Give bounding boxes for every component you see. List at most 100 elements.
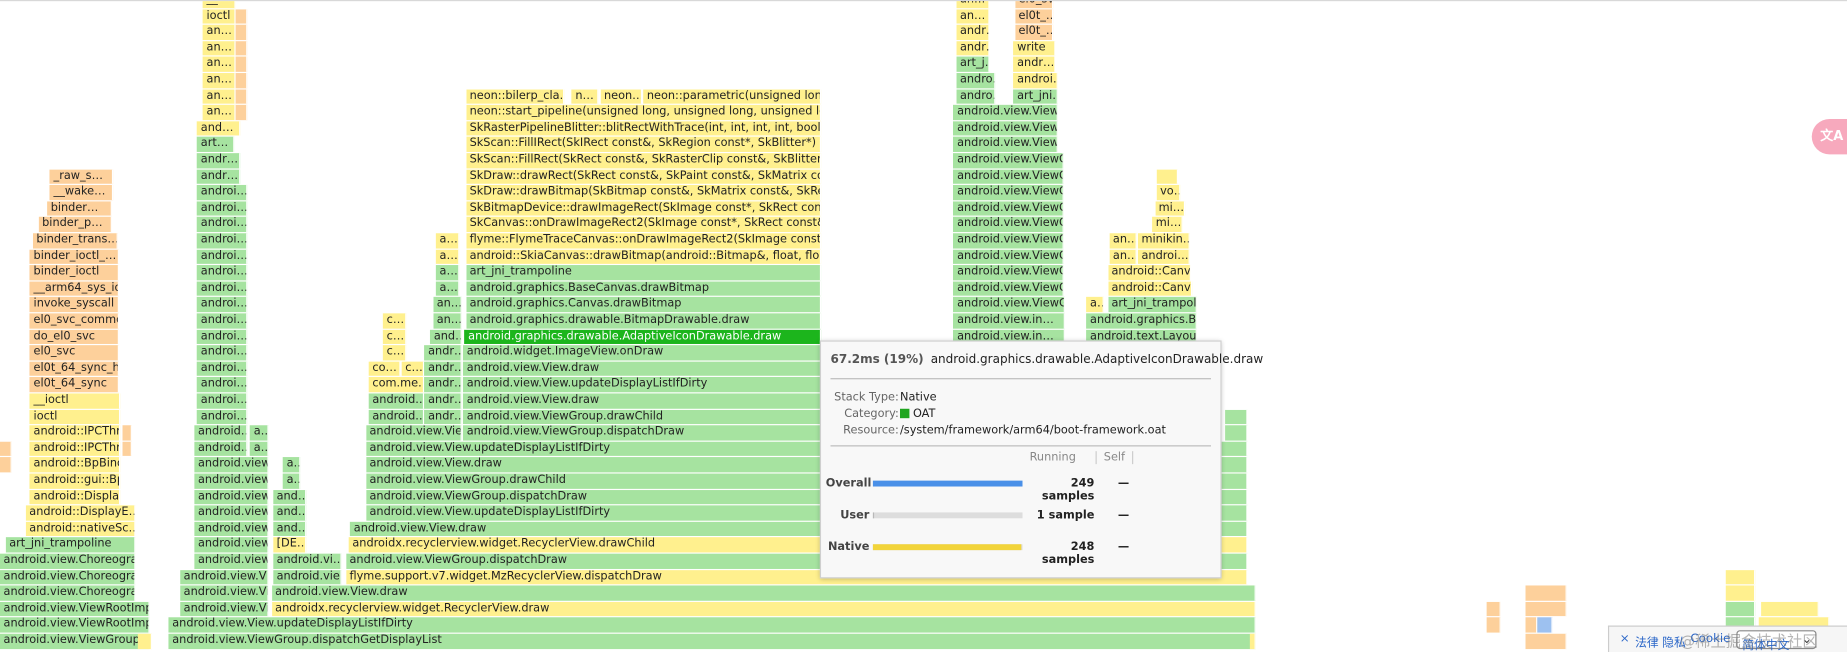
flame-frame[interactable]: [235, 24, 248, 40]
flame-frame[interactable]: android.graphics.Canvas.drawBitmap: [466, 297, 821, 313]
flame-frame[interactable]: andr…: [424, 361, 462, 377]
flame-frame[interactable]: SkBitmapDevice::drawImageRect(SkImage co…: [466, 201, 821, 217]
flame-frame[interactable]: an…: [433, 297, 462, 313]
flame-frame[interactable]: android.view.V…: [180, 569, 269, 585]
flame-frame[interactable]: [1249, 633, 1256, 649]
flame-frame[interactable]: android.view.ViewG…: [953, 169, 1064, 184]
flame-frame[interactable]: android::Canv…: [1107, 265, 1191, 281]
flame-frame[interactable]: android.view.ViewGroup.drawChild: [463, 409, 823, 425]
flame-frame[interactable]: [137, 633, 152, 649]
flame-frame[interactable]: androi…: [197, 265, 248, 281]
flame-frame[interactable]: andr…: [956, 24, 990, 40]
flame-frame[interactable]: flyme::FlymeTraceCanvas::onDrawImageRect…: [466, 233, 821, 249]
flame-frame[interactable]: [122, 441, 132, 457]
flame-frame[interactable]: __wake…: [50, 185, 113, 201]
flame-frame[interactable]: an…: [203, 105, 236, 120]
privacy-link[interactable]: 隐私: [1662, 633, 1686, 650]
flame-frame[interactable]: an…: [203, 57, 236, 72]
flame-frame[interactable]: an…: [1109, 233, 1137, 249]
flame-frame[interactable]: an…: [203, 24, 236, 40]
flame-frame[interactable]: android.…: [194, 425, 248, 441]
flame-frame[interactable]: android.view.ViewG…: [953, 201, 1064, 217]
flame-frame[interactable]: ioctl: [30, 409, 121, 425]
flame-frame[interactable]: art_jni_trampoline: [5, 537, 136, 553]
flame-frame[interactable]: androi…: [197, 217, 248, 233]
flame-frame[interactable]: android.view.V…: [194, 537, 269, 553]
flame-frame[interactable]: android.…: [368, 393, 425, 409]
flame-frame[interactable]: SkScan::FillRect(SkRect const&, SkRaster…: [466, 153, 821, 168]
flame-frame[interactable]: an…: [203, 73, 236, 88]
flame-frame[interactable]: [1525, 617, 1537, 633]
flame-frame[interactable]: androi…: [197, 377, 248, 393]
flame-frame[interactable]: and…: [430, 329, 462, 345]
flame-frame[interactable]: android.view.ViewG…: [953, 281, 1064, 297]
flame-frame[interactable]: art_jni…: [1013, 89, 1058, 104]
flame-frame[interactable]: andro…: [956, 73, 996, 88]
flame-frame[interactable]: android.view.Choreograph…: [0, 569, 136, 585]
flame-frame[interactable]: el0_svc_common: [30, 313, 119, 329]
flame-frame[interactable]: el0_svc: [1015, 1, 1054, 8]
flame-frame[interactable]: androi…: [197, 409, 248, 425]
flame-frame[interactable]: el0t_64_sync: [30, 377, 119, 393]
flame-frame[interactable]: n…: [571, 89, 599, 104]
close-icon[interactable]: ×: [1620, 633, 1630, 646]
flame-frame[interactable]: android.view…: [194, 489, 269, 505]
flame-frame[interactable]: android::gui::Bp…: [30, 473, 121, 489]
flame-frame[interactable]: binder_ioctl: [30, 265, 119, 281]
flame-frame[interactable]: __: [203, 1, 236, 8]
flame-frame[interactable]: androi…: [197, 281, 248, 297]
flame-frame[interactable]: android.view.Choreograph…: [0, 585, 136, 601]
legal-link[interactable]: 法律: [1635, 633, 1659, 650]
flame-frame[interactable]: invoke_syscall: [30, 297, 119, 313]
flame-frame[interactable]: android.view.ViewGroup.onD…: [0, 633, 151, 649]
flame-frame[interactable]: android.view.ViewGr…: [953, 297, 1066, 313]
flame-frame[interactable]: [1225, 425, 1249, 441]
flame-frame[interactable]: andr…: [424, 393, 462, 409]
flame-frame[interactable]: art…: [197, 137, 235, 152]
flame-frame[interactable]: el0_svc: [30, 345, 119, 361]
flame-frame[interactable]: [1761, 601, 1819, 617]
translate-button[interactable]: 文A: [1811, 118, 1847, 155]
flame-frame[interactable]: android.graphics.BaseCanvas.drawBitmap: [466, 281, 821, 297]
flame-frame[interactable]: android.vi…: [273, 553, 342, 569]
flame-frame[interactable]: com.me…: [368, 377, 425, 393]
flame-frame[interactable]: [1725, 601, 1756, 617]
flame-frame[interactable]: androi…: [197, 233, 248, 249]
flame-frame[interactable]: android.view.ViewG…: [953, 153, 1064, 168]
flame-frame[interactable]: art_j…: [956, 57, 990, 72]
flame-frame[interactable]: mi…: [1155, 201, 1186, 217]
flame-frame[interactable]: binder_ioctl_…: [30, 249, 119, 265]
flame-frame[interactable]: el0t_64_sync_h…: [30, 361, 119, 377]
flame-frame[interactable]: [1225, 409, 1249, 425]
flame-frame[interactable]: android.view.View.draw: [463, 393, 823, 409]
flame-frame[interactable]: andr…: [424, 377, 462, 393]
flame-frame[interactable]: android.…: [368, 409, 425, 425]
flame-frame[interactable]: [1725, 569, 1756, 585]
flame-frame[interactable]: andr…: [424, 345, 462, 361]
flame-frame[interactable]: and…: [273, 489, 306, 505]
flame-frame[interactable]: binder_p…: [38, 217, 112, 233]
flame-frame[interactable]: [122, 425, 132, 441]
flame-frame[interactable]: android::IPCThr…: [30, 425, 121, 441]
flame-frame[interactable]: android.view…: [194, 457, 269, 473]
flame-frame[interactable]: [1525, 601, 1567, 617]
flame-frame[interactable]: neon…: [600, 89, 642, 104]
flame-frame[interactable]: __arm64_sys_io…: [30, 281, 119, 297]
flame-frame[interactable]: android.view.Vi…: [180, 585, 269, 601]
flame-frame[interactable]: SkDraw::drawBitmap(SkBitmap const&, SkMa…: [466, 185, 821, 201]
flame-frame[interactable]: art_jni_trampol…: [1107, 297, 1197, 313]
flame-frame[interactable]: android::Display…: [30, 489, 121, 505]
flame-frame[interactable]: and…: [273, 505, 306, 521]
flame-frame[interactable]: android.view.ViewG…: [953, 217, 1064, 233]
flame-frame-selected[interactable]: android.graphics.drawable.AdaptiveIconDr…: [464, 329, 821, 345]
cookie-link[interactable]: Cookie: [1690, 633, 1730, 646]
flame-frame[interactable]: androi…: [197, 249, 248, 265]
flame-frame[interactable]: [1525, 585, 1567, 601]
flame-frame[interactable]: a…: [250, 425, 269, 441]
flame-frame[interactable]: a…: [283, 457, 301, 473]
flame-frame[interactable]: android.view.View.draw: [463, 361, 823, 377]
flame-frame[interactable]: c…: [401, 361, 425, 377]
flame-frame[interactable]: andr…: [956, 40, 990, 56]
flame-frame[interactable]: co…: [368, 361, 401, 377]
flame-frame[interactable]: androidx.recyclerview.widget.RecyclerVie…: [271, 601, 1256, 617]
